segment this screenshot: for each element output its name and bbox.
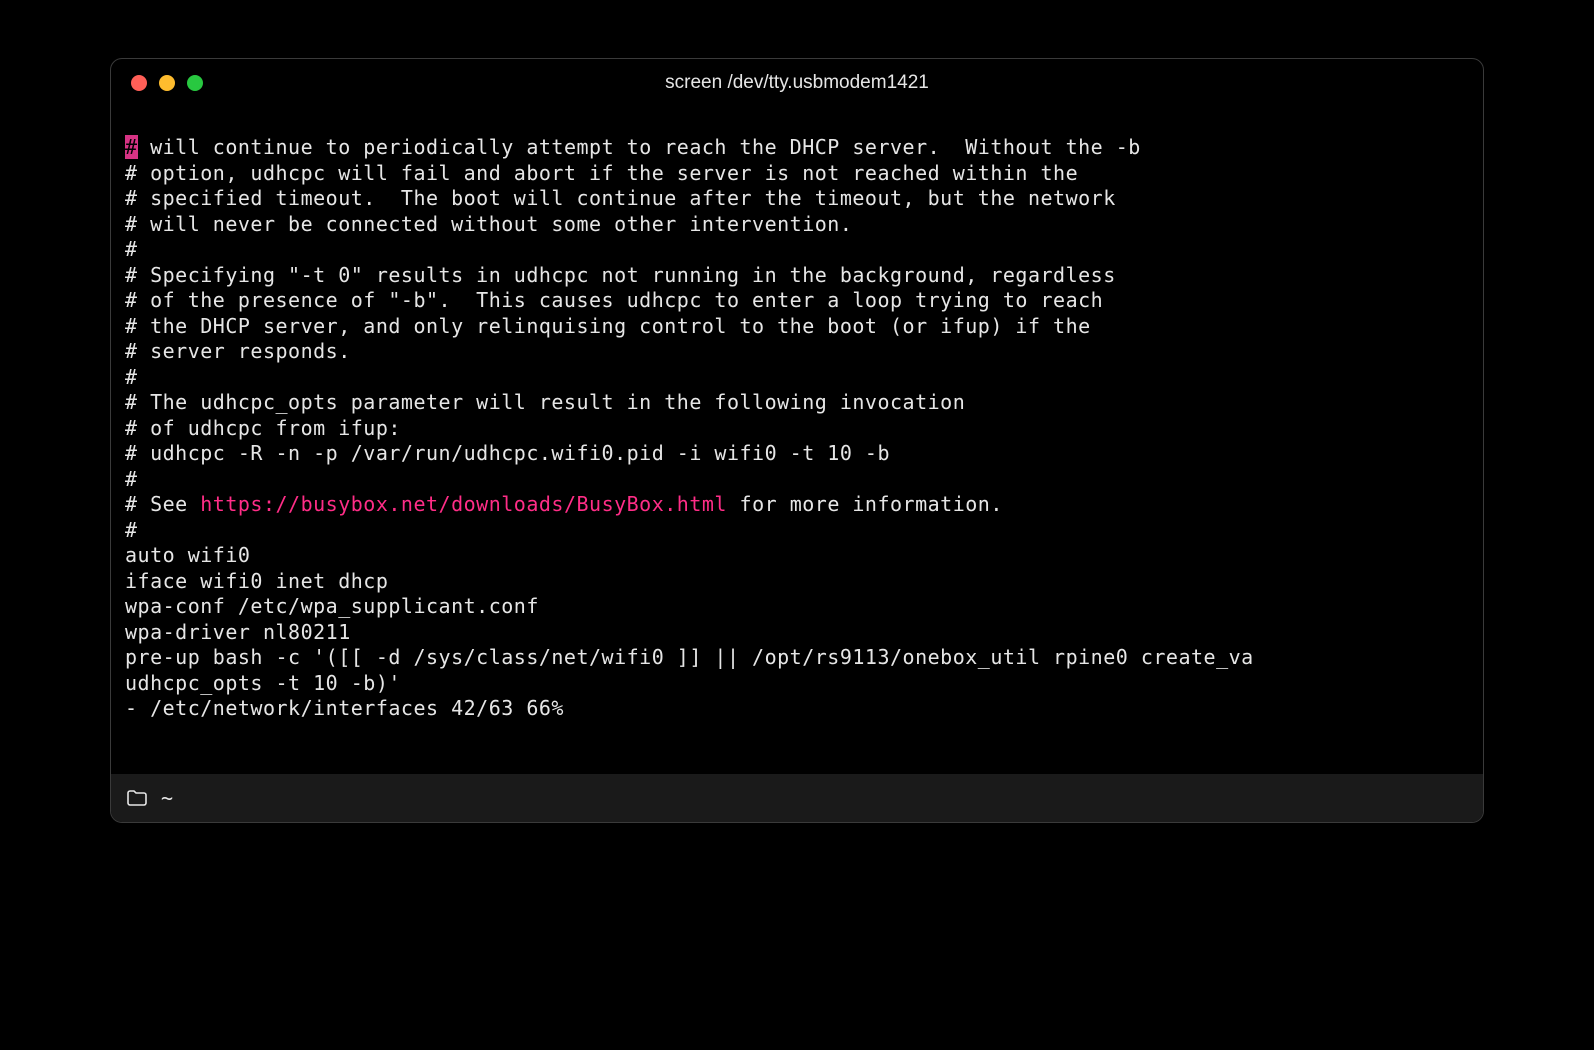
terminal-line: #: [125, 518, 1469, 544]
terminal-text: # See: [125, 492, 200, 516]
terminal-line: # The udhcpc_opts parameter will result …: [125, 390, 1469, 416]
terminal-text: will continue to periodically attempt to…: [138, 135, 1141, 159]
close-icon[interactable]: [131, 75, 147, 91]
terminal-line: # server responds.: [125, 339, 1469, 365]
zoom-icon[interactable]: [187, 75, 203, 91]
traffic-lights: [131, 75, 203, 91]
terminal-line: # specified timeout. The boot will conti…: [125, 186, 1469, 212]
terminal-window: screen /dev/tty.usbmodem1421 # will cont…: [110, 58, 1484, 823]
terminal-line: auto wifi0: [125, 543, 1469, 569]
terminal-line: # Specifying "-t 0" results in udhcpc no…: [125, 263, 1469, 289]
terminal-line: # of udhcpc from ifup:: [125, 416, 1469, 442]
status-bar: ~: [111, 774, 1483, 822]
minimize-icon[interactable]: [159, 75, 175, 91]
terminal-line: # will never be connected without some o…: [125, 212, 1469, 238]
window-title: screen /dev/tty.usbmodem1421: [111, 72, 1483, 94]
terminal-line: # will continue to periodically attempt …: [125, 135, 1469, 161]
terminal-text: for more information.: [727, 492, 1003, 516]
terminal-line: pre-up bash -c '([[ -d /sys/class/net/wi…: [125, 645, 1469, 671]
terminal-line: # the DHCP server, and only relinquising…: [125, 314, 1469, 340]
terminal-line: - /etc/network/interfaces 42/63 66%: [125, 696, 1469, 722]
terminal-line: wpa-driver nl80211: [125, 620, 1469, 646]
terminal-line: # See https://busybox.net/downloads/Busy…: [125, 492, 1469, 518]
terminal-line: #: [125, 365, 1469, 391]
terminal-line: # option, udhcpc will fail and abort if …: [125, 161, 1469, 187]
folder-icon: [127, 790, 147, 806]
cwd-text: ~: [161, 786, 173, 810]
terminal-line: # of the presence of "-b". This causes u…: [125, 288, 1469, 314]
terminal-line: iface wifi0 inet dhcp: [125, 569, 1469, 595]
terminal-line: #: [125, 467, 1469, 493]
terminal-output[interactable]: # will continue to periodically attempt …: [111, 107, 1483, 774]
title-bar: screen /dev/tty.usbmodem1421: [111, 59, 1483, 107]
terminal-line: #: [125, 237, 1469, 263]
cursor: #: [125, 135, 138, 159]
terminal-line: # udhcpc -R -n -p /var/run/udhcpc.wifi0.…: [125, 441, 1469, 467]
terminal-line: udhcpc_opts -t 10 -b)': [125, 671, 1469, 697]
terminal-line: wpa-conf /etc/wpa_supplicant.conf: [125, 594, 1469, 620]
url-link[interactable]: https://busybox.net/downloads/BusyBox.ht…: [200, 492, 727, 516]
